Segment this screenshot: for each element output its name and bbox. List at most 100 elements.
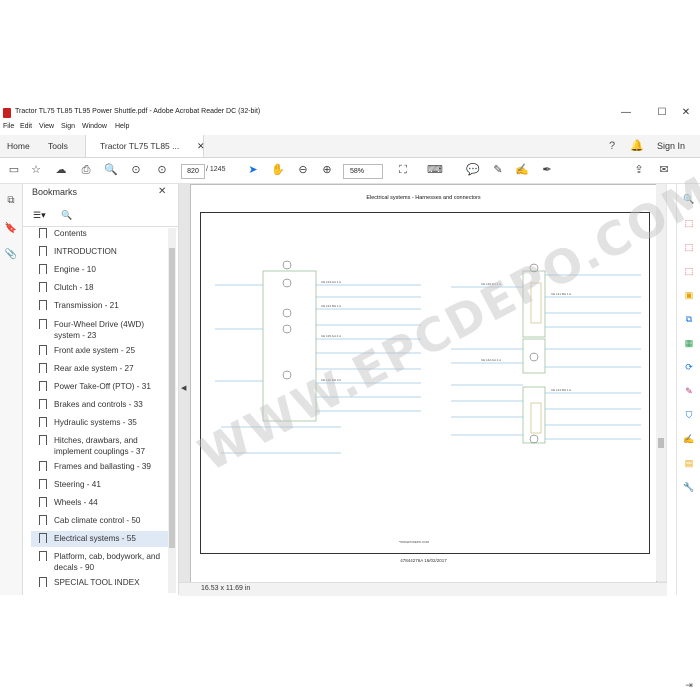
bookmarks-list: Contents INTRODUCTION Engine - 10 Clutch… bbox=[23, 228, 168, 595]
bookmark-icon bbox=[39, 300, 47, 310]
zoom-select[interactable]: 58% bbox=[343, 164, 383, 179]
search-icon[interactable]: 🔍 bbox=[103, 162, 119, 178]
collapse-left-arrow-icon[interactable]: ◀ bbox=[181, 384, 186, 392]
upload-cloud-icon[interactable]: ☁ bbox=[53, 162, 69, 178]
select-cursor-icon[interactable]: ➤ bbox=[245, 162, 261, 178]
expand-panel-icon[interactable]: ⇥ bbox=[682, 678, 696, 692]
bookmark-label: Four-Wheel Drive (4WD) system - 23 bbox=[54, 320, 145, 340]
print-icon[interactable]: ⎙ bbox=[78, 162, 94, 178]
comment-tool-icon[interactable]: ▣ bbox=[682, 288, 696, 302]
next-page-icon[interactable]: ⊙ bbox=[154, 162, 170, 178]
document-scrollbar[interactable] bbox=[656, 184, 666, 581]
bookmark-label: Transmission - 21 bbox=[54, 301, 119, 310]
comment-icon[interactable]: 💬 bbox=[465, 162, 481, 178]
sign-icon[interactable]: ✒ bbox=[539, 162, 555, 178]
combine-files-icon[interactable]: ⧉ bbox=[682, 312, 696, 326]
bookmark-label: Brakes and controls - 33 bbox=[54, 400, 143, 409]
find-bookmark-icon[interactable]: 🔍 bbox=[61, 210, 72, 221]
edit-pdf-icon[interactable]: ⬚ bbox=[682, 264, 696, 278]
menu-help[interactable]: Help bbox=[115, 123, 129, 130]
bookmark-icon bbox=[39, 246, 47, 256]
page-total: / 1245 bbox=[206, 166, 226, 173]
bookmarks-scrollbar[interactable] bbox=[168, 228, 176, 593]
bookmark-label: Cab climate control - 50 bbox=[54, 516, 141, 525]
menu-window[interactable]: Window bbox=[82, 123, 107, 130]
bookmarks-title: Bookmarks bbox=[32, 187, 78, 197]
share-icon[interactable]: ⇪ bbox=[631, 162, 647, 178]
bookmark-label: SPECIAL TOOL INDEX bbox=[54, 578, 140, 587]
tab-bar: Home Tools Tractor TL75 TL85 ... ✕ ? 🔔 S… bbox=[0, 135, 700, 158]
bookmark-icon bbox=[39, 399, 47, 409]
help-icon[interactable]: ? bbox=[604, 138, 620, 154]
more-tools-icon[interactable]: 🔧 bbox=[682, 480, 696, 494]
zoom-in-icon[interactable]: ⊕ bbox=[319, 162, 335, 178]
close-panel-icon[interactable]: ✕ bbox=[158, 186, 166, 197]
right-tools-rail: 🔍 ⬚ ⬚ ⬚ ▣ ⧉ ▦ ⟳ ✎ ⛉ ✍ ▤ 🔧 ⇥ bbox=[676, 184, 700, 690]
tab-tools[interactable]: Tools bbox=[48, 135, 68, 157]
bookmark-label: Platform, cab, bodywork, and decals - 90 bbox=[54, 552, 161, 572]
minimize-button[interactable]: — bbox=[612, 105, 640, 121]
bookmark-icon bbox=[39, 515, 47, 525]
create-pdf-icon[interactable]: ▭ bbox=[6, 162, 22, 178]
tab-document[interactable]: Tractor TL75 TL85 ... ✕ bbox=[85, 135, 205, 157]
bookmark-label: Hitches, drawbars, and implement couplin… bbox=[54, 436, 146, 456]
request-signature-icon[interactable]: ✍ bbox=[682, 432, 696, 446]
bookmark-label: Electrical systems - 55 bbox=[54, 534, 136, 543]
bookmark-label: Frames and ballasting - 39 bbox=[54, 462, 151, 471]
organize-pages-icon[interactable]: ▦ bbox=[682, 336, 696, 350]
svg-text:CE 140 AH 1 A: CE 140 AH 1 A bbox=[481, 282, 501, 286]
tab-close-icon[interactable]: ✕ bbox=[197, 135, 205, 157]
fit-page-icon[interactable]: ⛶ bbox=[395, 162, 411, 178]
bookmark-item-selected[interactable]: Electrical systems - 55 bbox=[31, 531, 168, 547]
document-scroll-thumb[interactable] bbox=[658, 438, 664, 448]
zoom-out-icon[interactable]: ⊖ bbox=[295, 162, 311, 178]
svg-text:CE 126 BH 2 A: CE 126 BH 2 A bbox=[321, 378, 341, 382]
menu-sign[interactable]: Sign bbox=[61, 123, 75, 130]
search-tools-icon[interactable]: 🔍 bbox=[682, 192, 696, 206]
bookmark-label: Contents bbox=[54, 229, 87, 238]
sign-in-button[interactable]: Sign In bbox=[657, 141, 685, 151]
notifications-icon[interactable]: 🔔 bbox=[629, 138, 645, 154]
attachments-icon[interactable]: 📎 bbox=[4, 248, 18, 262]
bookmark-icon bbox=[39, 417, 47, 427]
highlight-pen-icon[interactable]: ✎ bbox=[490, 162, 506, 178]
main-toolbar: ▭ ☆ ☁ ⎙ 🔍 ⊙ ⊙ 820 / 1245 ➤ ✋ ⊖ ⊕ 58% ⛶ ⌨… bbox=[0, 158, 700, 184]
keyboard-icon[interactable]: ⌨ bbox=[427, 162, 443, 178]
send-for-comments-icon[interactable]: ▤ bbox=[682, 456, 696, 470]
menu-file[interactable]: File bbox=[3, 123, 14, 130]
page-footer: 47844276A 16/02/2017 bbox=[400, 558, 447, 563]
hand-tool-icon[interactable]: ✋ bbox=[270, 162, 286, 178]
enhance-scans-icon[interactable]: ⟳ bbox=[682, 360, 696, 374]
bookmark-icon bbox=[39, 264, 47, 274]
svg-text:*WW.EPCDEPO.COM: *WW.EPCDEPO.COM bbox=[399, 540, 430, 544]
bookmark-star-icon[interactable]: ☆ bbox=[28, 162, 44, 178]
bookmark-icon bbox=[39, 497, 47, 507]
document-viewer[interactable]: ◀ Electrical systems - Harnesses and con… bbox=[179, 184, 667, 596]
tab-home[interactable]: Home bbox=[7, 135, 30, 157]
menu-edit[interactable]: Edit bbox=[20, 123, 32, 130]
acrobat-window: Tractor TL75 TL85 TL95 Power Shuttle.pdf… bbox=[0, 104, 700, 690]
bookmark-label: INTRODUCTION bbox=[54, 247, 117, 256]
options-menu-icon[interactable]: ☰▾ bbox=[33, 210, 46, 221]
export-pdf-icon[interactable]: ⬚ bbox=[682, 216, 696, 230]
fill-sign-icon[interactable]: ✎ bbox=[682, 384, 696, 398]
create-pdf-tool-icon[interactable]: ⬚ bbox=[682, 240, 696, 254]
bookmarks-panel-icon[interactable]: 🔖 bbox=[4, 222, 18, 236]
page-heading: Electrical systems - Harnesses and conne… bbox=[366, 195, 481, 201]
svg-text:CE 142 AH 1 A: CE 142 AH 1 A bbox=[481, 358, 501, 362]
menu-view[interactable]: View bbox=[39, 123, 54, 130]
previous-page-icon[interactable]: ⊙ bbox=[128, 162, 144, 178]
protect-icon[interactable]: ⛉ bbox=[682, 408, 696, 422]
bookmark-label: Steering - 41 bbox=[54, 480, 101, 489]
pdf-page: Electrical systems - Harnesses and conne… bbox=[190, 184, 657, 583]
page-number-input[interactable]: 820 bbox=[181, 164, 205, 179]
close-window-button[interactable]: ✕ bbox=[672, 105, 700, 121]
bookmark-icon bbox=[39, 533, 47, 543]
bookmark-label: Hydraulic systems - 35 bbox=[54, 418, 137, 427]
email-icon[interactable]: ✉ bbox=[656, 162, 672, 178]
page-thumbnails-icon[interactable]: ⧉ bbox=[4, 194, 18, 208]
draw-icon[interactable]: ✍ bbox=[514, 162, 530, 178]
window-title: Tractor TL75 TL85 TL95 Power Shuttle.pdf… bbox=[15, 108, 261, 115]
svg-text:CE 124 BH 1 A: CE 124 BH 1 A bbox=[321, 304, 341, 308]
bookmarks-scroll-thumb[interactable] bbox=[169, 248, 175, 548]
